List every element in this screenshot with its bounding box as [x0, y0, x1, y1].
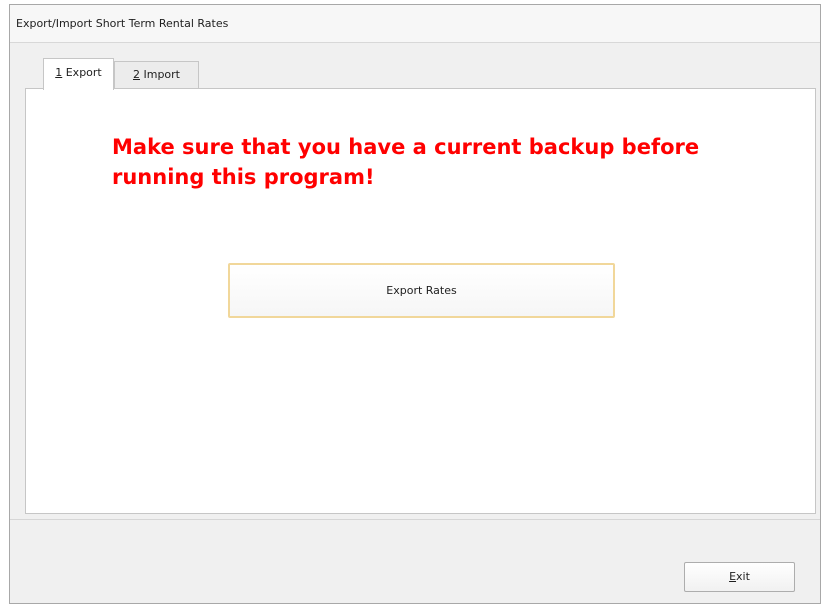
- tab-export[interactable]: 1 Export: [43, 58, 114, 90]
- tab-import[interactable]: 2 Import: [114, 61, 199, 88]
- backup-warning-text: Make sure that you have a current backup…: [112, 135, 700, 189]
- tab-import-mnemonic: 2: [132, 68, 140, 81]
- export-tab-panel: Make sure that you have a current backup…: [25, 88, 816, 514]
- exit-label: xit: [736, 570, 750, 583]
- title-bar[interactable]: Export/Import Short Term Rental Rates: [10, 5, 820, 43]
- exit-mnemonic: E: [729, 570, 737, 583]
- window-title: Export/Import Short Term Rental Rates: [16, 17, 229, 30]
- tab-export-label: Export: [62, 66, 102, 79]
- footer-divider: [10, 519, 820, 520]
- dialog-window: Export/Import Short Term Rental Rates 1 …: [9, 4, 821, 604]
- export-rates-button[interactable]: Export Rates: [228, 263, 615, 318]
- tab-import-label: Import: [139, 68, 180, 81]
- tab-strip: 1 Export 2 Import: [25, 58, 815, 90]
- exit-button[interactable]: Exit: [684, 562, 795, 592]
